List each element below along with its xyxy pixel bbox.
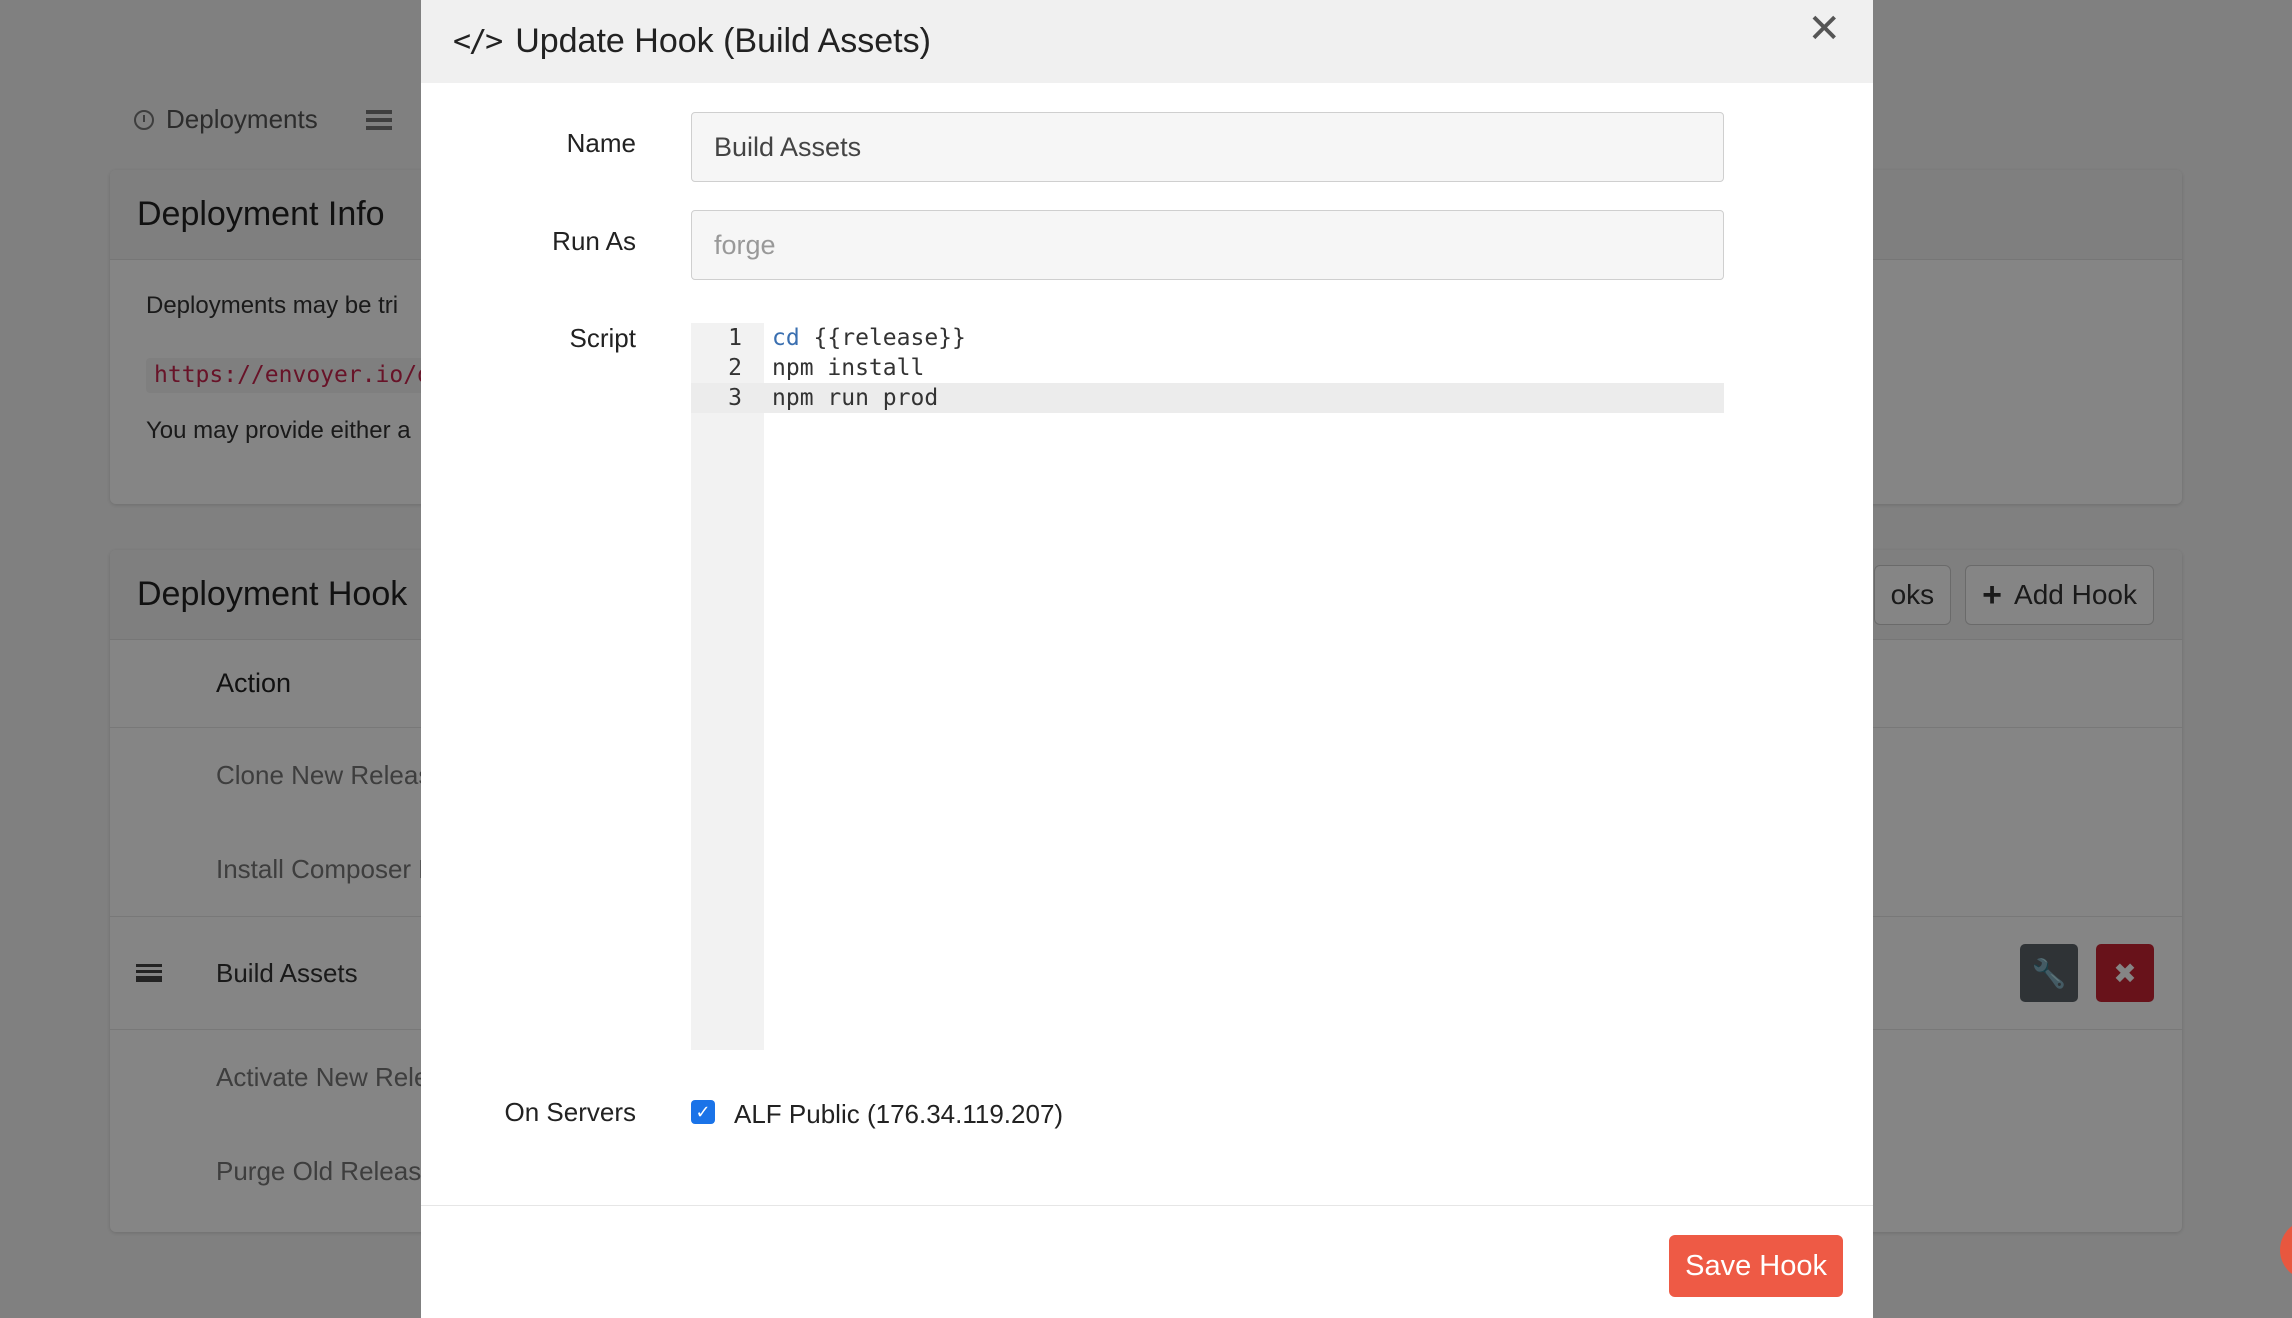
close-icon[interactable]: ✕ (1807, 6, 1841, 52)
save-hook-button[interactable]: Save Hook (1669, 1235, 1843, 1297)
modal-footer: Save Hook (421, 1205, 1873, 1318)
code-icon: </> (453, 24, 503, 59)
line-number-gutter (691, 323, 764, 1050)
code-line: 2 npm install (691, 353, 1724, 383)
server-option-label[interactable]: ALF Public (176.34.119.207) (734, 1099, 1063, 1130)
line-number: 3 (728, 385, 742, 411)
line-number: 2 (728, 355, 742, 381)
on-servers-label: On Servers (504, 1097, 637, 1127)
modal-title: Update Hook (Build Assets) (515, 22, 931, 60)
run-as-label: Run As (552, 226, 636, 256)
name-row: Name (421, 112, 1873, 182)
name-label: Name (566, 128, 636, 158)
code-text: {{release}} (799, 325, 966, 351)
name-input[interactable] (691, 112, 1724, 182)
update-hook-modal: </> Update Hook (Build Assets) ✕ Name Ru… (421, 0, 1873, 1318)
code-line-active: 3 npm run prod (691, 383, 1724, 413)
line-number: 1 (728, 325, 742, 351)
code-text: npm install (772, 355, 925, 381)
code-line: 1 cd {{release}} (691, 323, 1724, 353)
run-as-row: Run As (421, 210, 1873, 280)
modal-header: </> Update Hook (Build Assets) ✕ (421, 0, 1873, 83)
code-keyword: cd (772, 325, 800, 351)
server-checkbox[interactable]: ✓ (691, 1100, 715, 1124)
run-as-input[interactable] (691, 210, 1724, 280)
script-editor[interactable]: 1 cd {{release}} 2 npm install 3 npm run… (691, 323, 1724, 1050)
script-label: Script (569, 323, 636, 353)
code-text: npm run prod (772, 385, 939, 411)
